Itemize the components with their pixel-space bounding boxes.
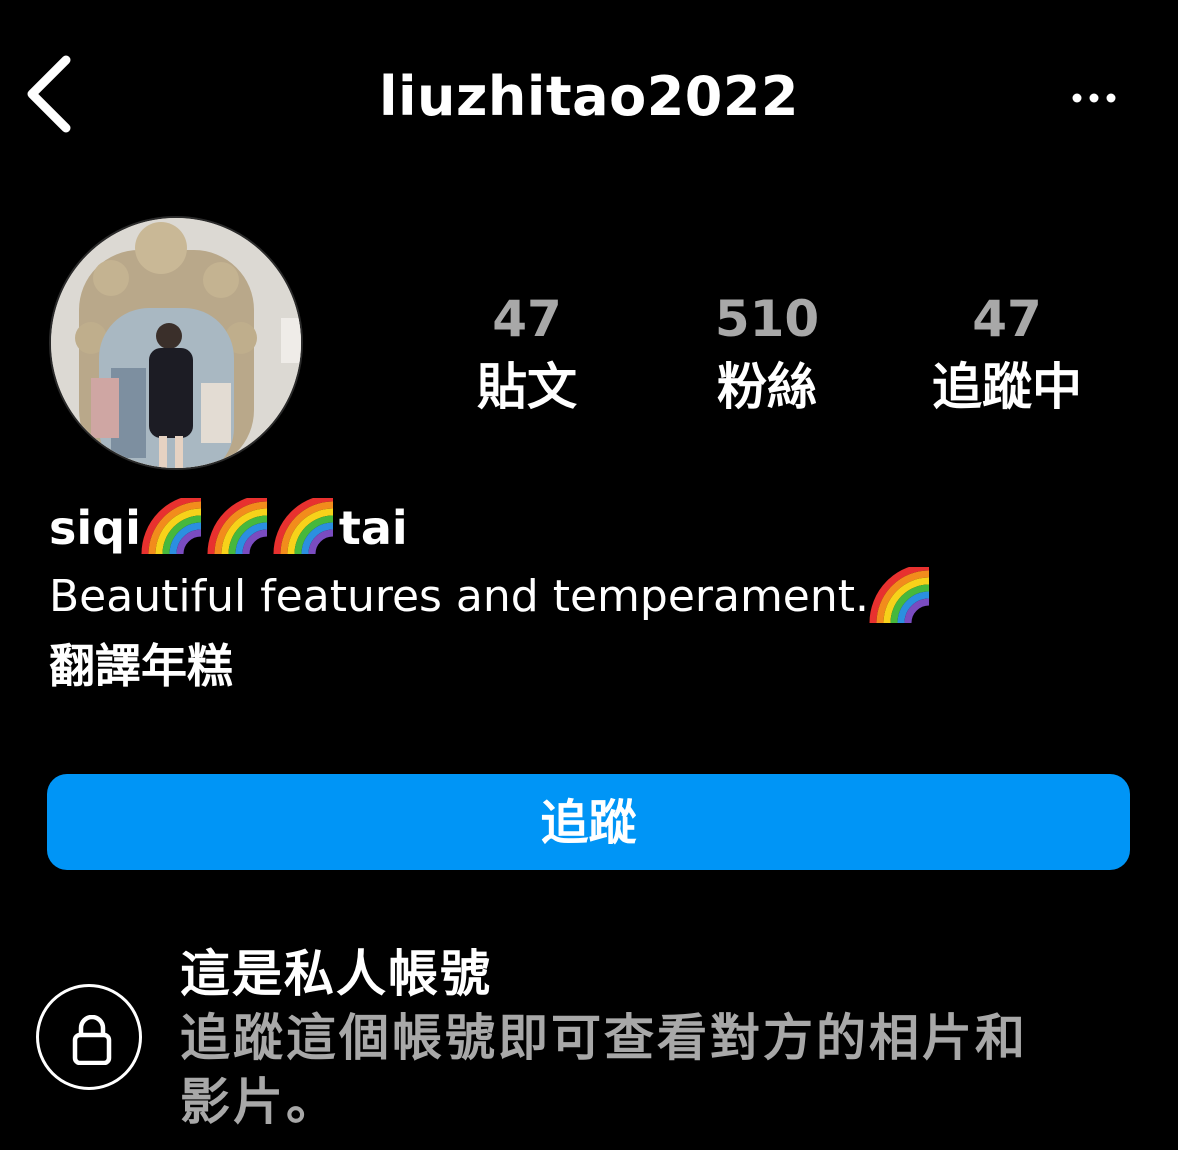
- profile-avatar[interactable]: [49, 216, 303, 470]
- rainbow-icon: [869, 567, 930, 624]
- lock-icon: [72, 1015, 112, 1065]
- rainbow-icon: [207, 498, 268, 555]
- following-label: 追蹤中: [932, 358, 1082, 416]
- display-name-suffix: tai: [338, 501, 408, 555]
- rainbow-icon: [273, 498, 334, 555]
- private-account-title: 這是私人帳號: [180, 945, 492, 1003]
- followers-count: 510: [714, 290, 820, 348]
- display-name-prefix: siqi: [49, 501, 141, 555]
- following-count: 47: [972, 290, 1042, 348]
- followers-stat[interactable]: 510 粉絲: [657, 288, 877, 418]
- display-name: siqi tai: [49, 498, 408, 558]
- followers-label: 粉絲: [717, 358, 817, 416]
- posts-count: 47: [492, 290, 562, 348]
- bio-line-1: Beautiful features and temperament.: [49, 571, 869, 622]
- follow-button[interactable]: 追蹤: [47, 774, 1130, 870]
- bio-text: Beautiful features and temperament.: [49, 566, 935, 628]
- private-account-description: 追蹤這個帳號即可查看對方的相片和影片。: [180, 1009, 1028, 1131]
- posts-label: 貼文: [477, 358, 577, 416]
- posts-stat: 47 貼文: [417, 288, 637, 418]
- following-stat[interactable]: 47 追蹤中: [897, 288, 1117, 418]
- more-horizontal-icon: [1072, 93, 1116, 103]
- bio-line-2: 翻譯年糕: [49, 639, 233, 693]
- more-options-button[interactable]: [1064, 86, 1124, 110]
- profile-username: liuzhitao2022: [379, 65, 799, 128]
- private-lock-badge: [36, 984, 142, 1090]
- rainbow-icon: [141, 498, 202, 555]
